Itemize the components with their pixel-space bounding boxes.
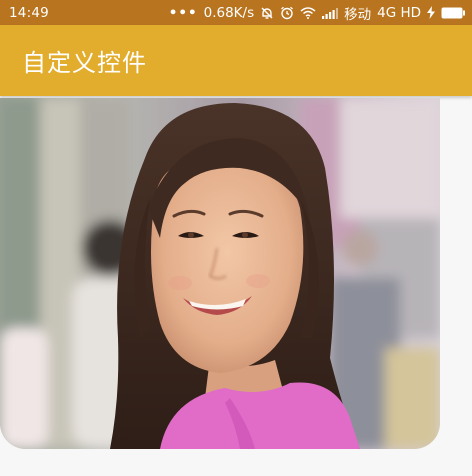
alarm-off-icon — [260, 6, 274, 20]
alarm-clock-icon — [280, 6, 294, 20]
status-bar: 14:49 ••• 0.68K/s 移动 4G HD — [0, 0, 472, 25]
status-icons: ••• 0.68K/s 移动 4G HD — [169, 3, 465, 23]
page-background — [0, 449, 472, 476]
more-dots: ••• — [168, 4, 198, 21]
charging-icon — [427, 6, 435, 19]
status-time: 14:49 — [9, 4, 49, 21]
photo-illustration — [0, 98, 440, 449]
page-title: 自定义控件 — [22, 49, 147, 77]
carrier-label: 移动 — [344, 6, 372, 23]
app-bar: 自定义控件 — [0, 25, 472, 96]
signal-icon — [322, 7, 339, 19]
wifi-icon — [300, 6, 316, 19]
network-type: 4G HD — [377, 4, 421, 21]
battery-icon — [441, 7, 465, 19]
network-speed: 0.68K/s — [203, 4, 255, 21]
rounded-image — [0, 98, 440, 449]
